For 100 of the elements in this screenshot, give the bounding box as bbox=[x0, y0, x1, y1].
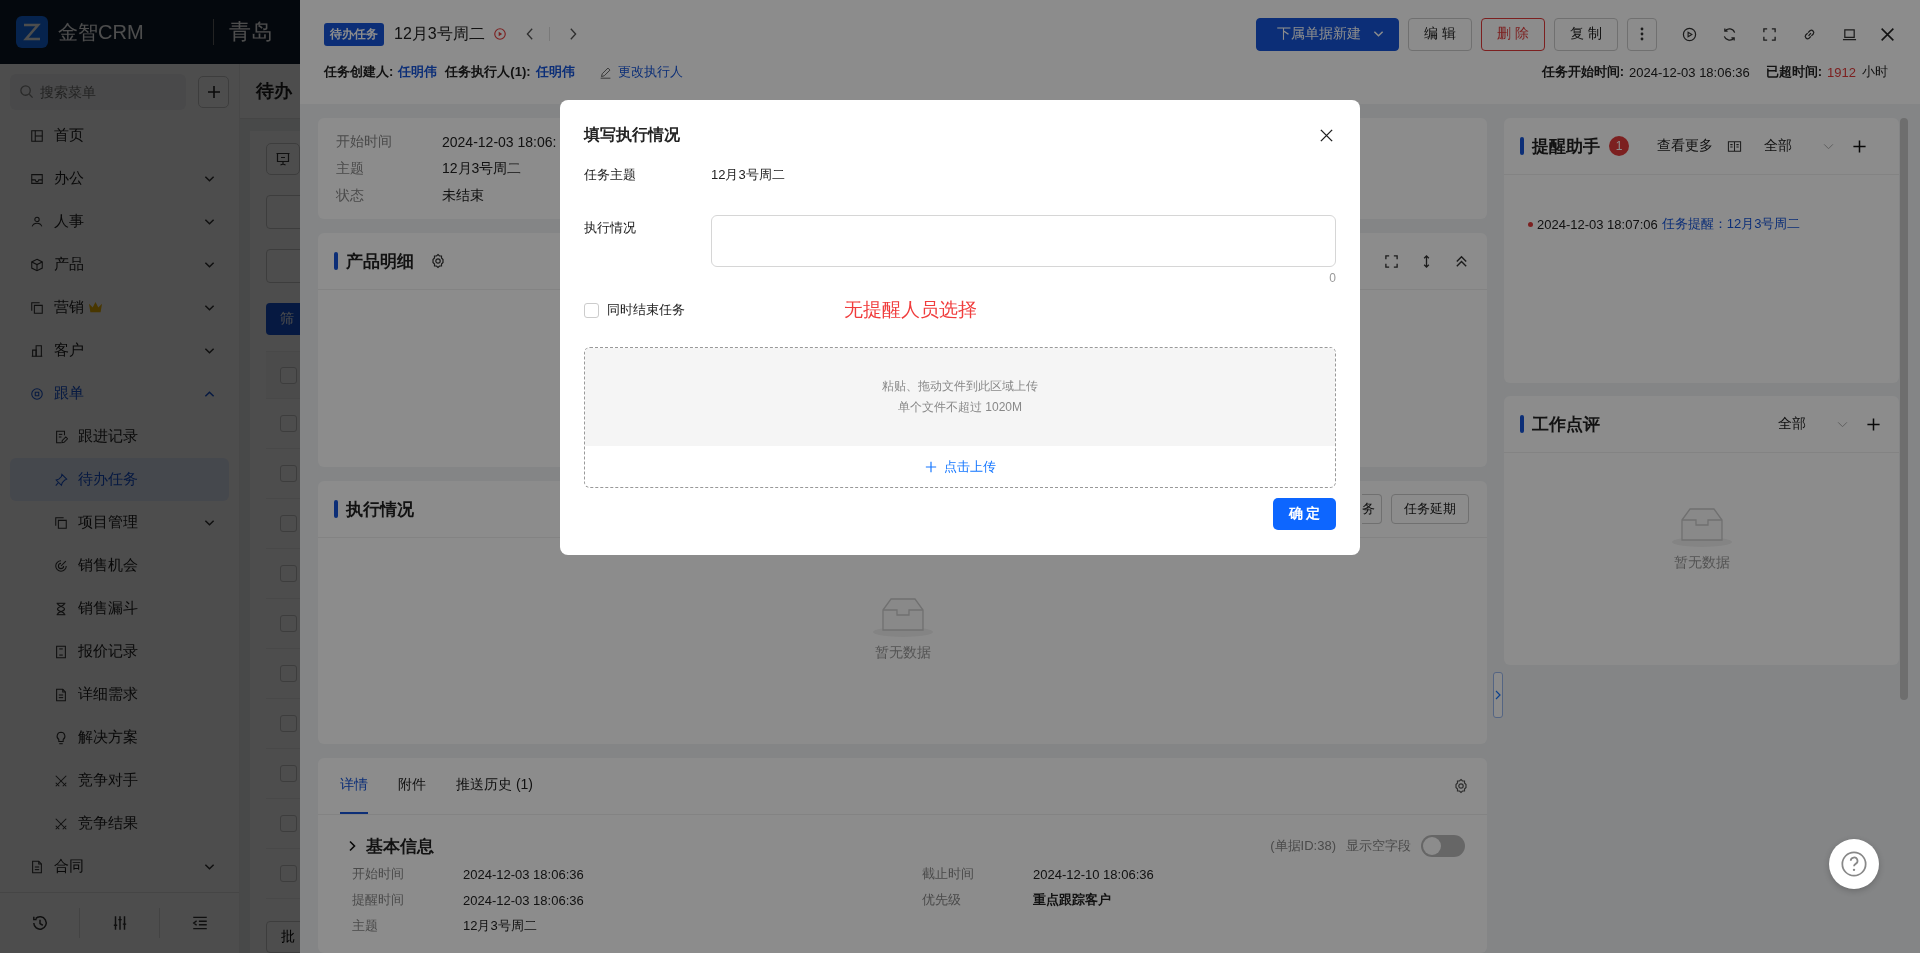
count-badge: 1 bbox=[1609, 136, 1629, 156]
menu-item[interactable]: 待办任务 bbox=[10, 458, 229, 501]
tray-icon bbox=[30, 171, 44, 186]
field-label: 状态 bbox=[336, 186, 365, 205]
fullscreen-icon[interactable] bbox=[1762, 26, 1777, 42]
menu-item[interactable]: 跟进记录 bbox=[10, 415, 229, 458]
document-icon bbox=[30, 859, 44, 874]
person-link[interactable]: 任明伟 bbox=[398, 63, 438, 81]
settings-icon[interactable] bbox=[1453, 778, 1469, 794]
plus-icon bbox=[924, 460, 937, 473]
action-button[interactable]: 编 辑 bbox=[1408, 17, 1473, 51]
view-more-link[interactable]: 查看更多 bbox=[1657, 137, 1713, 155]
add-icon[interactable] bbox=[1852, 138, 1867, 154]
action-button[interactable]: 务 bbox=[1362, 494, 1382, 524]
warning-text: 无提醒人员选择 bbox=[844, 298, 977, 322]
play-circle-icon[interactable] bbox=[1682, 26, 1697, 42]
action-button[interactable]: 删 除 bbox=[1481, 17, 1546, 51]
building-icon bbox=[30, 343, 44, 358]
checkbox[interactable] bbox=[584, 302, 599, 318]
book-icon[interactable] bbox=[1727, 138, 1742, 154]
menu-item[interactable]: 销售漏斗 bbox=[10, 587, 229, 630]
refresh-icon[interactable] bbox=[1722, 26, 1737, 42]
menu-item[interactable]: 竞争结果 bbox=[10, 802, 229, 845]
action-button[interactable]: 任务延期 bbox=[1391, 494, 1469, 524]
person-link[interactable]: 任明伟 bbox=[535, 63, 575, 81]
menu-item[interactable]: 办公 bbox=[10, 157, 229, 200]
pin-icon bbox=[54, 472, 68, 487]
cube-icon bbox=[30, 257, 44, 272]
confirm-button[interactable]: 确 定 bbox=[1273, 498, 1336, 530]
section-title: 产品明细 bbox=[346, 250, 414, 273]
section-title: 执行情况 bbox=[346, 498, 414, 521]
tab[interactable]: 附件 bbox=[398, 758, 426, 814]
add-button[interactable] bbox=[198, 76, 229, 108]
action-button[interactable]: 下属单据新建 bbox=[1256, 17, 1400, 51]
section-title: 提醒助手 bbox=[1532, 135, 1600, 158]
menu-item[interactable]: 跟单 bbox=[10, 372, 229, 415]
logo-icon bbox=[16, 16, 48, 48]
chevron-left-icon bbox=[524, 27, 535, 41]
field-label: 开始时间 bbox=[352, 865, 405, 883]
toggle-label: 显示空字段 bbox=[1346, 837, 1411, 855]
menu-item[interactable]: 客户 bbox=[10, 329, 229, 372]
more-button[interactable] bbox=[1627, 17, 1657, 51]
note-icon bbox=[54, 429, 68, 444]
text-area[interactable] bbox=[711, 215, 1336, 267]
tab[interactable]: 推送历史 (1) bbox=[456, 758, 533, 814]
menu-item[interactable]: 产品 bbox=[10, 243, 229, 286]
fullscreen-icon[interactable] bbox=[1384, 253, 1399, 269]
clipboard-icon bbox=[54, 644, 68, 659]
settings-icon[interactable] bbox=[430, 253, 446, 269]
field-value: 12月3号周二 bbox=[463, 917, 537, 935]
section-title: 基本信息 bbox=[366, 835, 434, 858]
menu-item[interactable]: 详细需求 bbox=[10, 673, 229, 716]
menu-item[interactable]: 项目管理 bbox=[10, 501, 229, 544]
reminder-time: 2024-12-03 18:07:06 bbox=[1537, 216, 1658, 232]
more-icon bbox=[1640, 26, 1644, 42]
reminder-link[interactable]: 任务提醒：12月3号周二 bbox=[1661, 215, 1801, 233]
page-title: 待办 bbox=[256, 80, 292, 103]
menu-item[interactable]: 解决方案 bbox=[10, 716, 229, 759]
app-name: 金智CRM bbox=[58, 19, 144, 45]
menu-item[interactable]: 营销 bbox=[10, 286, 229, 329]
scrollbar[interactable] bbox=[1900, 118, 1908, 700]
menu-item[interactable]: 销售机会 bbox=[10, 544, 229, 587]
presentation-icon[interactable] bbox=[266, 143, 300, 175]
change-executor-link[interactable]: 更改执行人 bbox=[617, 63, 683, 81]
toggle-switch[interactable] bbox=[1421, 835, 1465, 857]
expand-handle[interactable] bbox=[1493, 672, 1503, 718]
field-value: 2024-12-10 18:06:36 bbox=[1033, 866, 1154, 882]
field-value: 2024-12-03 18:06:36 bbox=[463, 866, 584, 882]
task-title: 12月3号周二 bbox=[394, 23, 485, 44]
field-value: 未结束 bbox=[442, 186, 484, 205]
field-value: 2024-12-03 18:06:36 bbox=[463, 892, 584, 908]
record-id: (单据ID:38) bbox=[1270, 837, 1336, 855]
meta-label: 已超时间: bbox=[1765, 63, 1823, 81]
hourglass-icon bbox=[54, 601, 68, 616]
empty-box-icon bbox=[870, 596, 935, 638]
meta-label: 任务创建人: bbox=[324, 63, 394, 81]
upload-area[interactable]: 粘贴、拖动文件到此区域上传 单个文件不超过 1020M 点击上传 bbox=[584, 347, 1336, 488]
menu-item[interactable]: 竞争对手 bbox=[10, 759, 229, 802]
tab[interactable]: 详情 bbox=[340, 758, 368, 814]
menu-item[interactable]: 报价记录 bbox=[10, 630, 229, 673]
meta-label: 任务执行人(1): bbox=[445, 63, 531, 81]
upload-hint: 粘贴、拖动文件到此区域上传 bbox=[882, 378, 1038, 395]
chevron-down-icon bbox=[1837, 420, 1848, 428]
menu-item[interactable]: 合同 bbox=[10, 845, 229, 888]
laptop-icon[interactable] bbox=[1842, 26, 1857, 42]
double-chevron-up-icon[interactable] bbox=[1454, 253, 1469, 269]
meta-label: 任务开始时间: bbox=[1541, 63, 1624, 81]
menu-item[interactable]: 人事 bbox=[10, 200, 229, 243]
document-icon bbox=[54, 687, 68, 702]
action-button[interactable]: 复 制 bbox=[1554, 17, 1618, 51]
menu-item[interactable]: 首页 bbox=[10, 114, 229, 157]
field-label: 提醒时间 bbox=[352, 891, 405, 909]
close-icon[interactable] bbox=[1319, 127, 1334, 143]
play-circle-icon[interactable] bbox=[492, 27, 507, 41]
filter-select[interactable]: 全部 bbox=[1764, 137, 1834, 155]
field-label: 主题 bbox=[352, 917, 379, 935]
add-icon[interactable] bbox=[1866, 416, 1881, 432]
filter-select[interactable]: 全部 bbox=[1778, 415, 1848, 433]
chevron-right-icon[interactable] bbox=[348, 840, 356, 852]
upload-button[interactable]: 点击上传 bbox=[924, 457, 996, 476]
